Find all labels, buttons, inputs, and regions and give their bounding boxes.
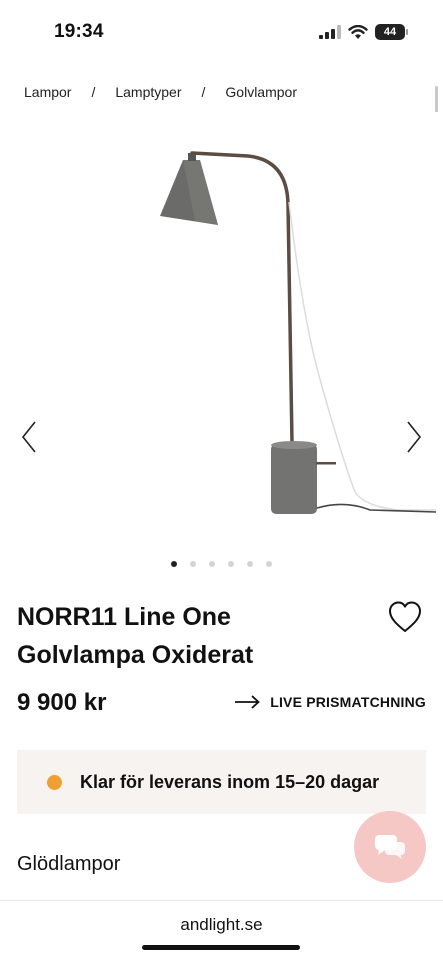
product-title-line-1: NORR11 Line One — [17, 603, 231, 631]
arrow-right-icon — [235, 695, 261, 709]
breadcrumb-separator: / — [201, 84, 206, 100]
breadcrumb-item-lamptyper[interactable]: Lamptyper — [115, 84, 181, 100]
favorite-button[interactable] — [387, 600, 423, 634]
status-icons: 44 — [319, 24, 408, 40]
breadcrumb-item-golvlampor[interactable]: Golvlampor — [225, 84, 297, 100]
gallery-dot-2[interactable] — [190, 561, 196, 567]
gallery-dot-3[interactable] — [209, 561, 215, 567]
next-image-button[interactable] — [399, 412, 429, 462]
gallery-pagination — [0, 561, 443, 567]
gallery-dot-5[interactable] — [247, 561, 253, 567]
battery-icon: 44 — [375, 24, 408, 40]
previous-image-button[interactable] — [14, 412, 44, 462]
product-price: 9 900 kr — [17, 689, 107, 716]
section-title-glodlampor[interactable]: Glödlampor — [17, 853, 120, 876]
chat-icon — [375, 835, 405, 859]
url-text[interactable]: andlight.se — [0, 915, 443, 935]
chevron-right-icon — [407, 421, 422, 453]
gallery-dot-4[interactable] — [228, 561, 234, 567]
battery-level: 44 — [383, 26, 397, 38]
status-time: 19:34 — [54, 21, 104, 42]
home-indicator — [142, 945, 300, 950]
floor-lamp-image — [160, 151, 437, 514]
breadcrumb: Lampor / Lamptyper / Golvlampor — [24, 84, 297, 100]
breadcrumb-separator: / — [91, 84, 96, 100]
gallery-dot-1[interactable] — [171, 561, 177, 567]
breadcrumb-item-lampor[interactable]: Lampor — [24, 84, 71, 100]
delivery-status-dot — [47, 774, 62, 790]
product-title-line-2: Golvlampa Oxiderat — [17, 641, 254, 669]
product-title: NORR11 Line One Golvlampa Oxiderat — [17, 598, 367, 674]
delivery-status-text: Klar för leverans inom 15–20 dagar — [80, 771, 380, 792]
browser-url-bar[interactable]: andlight.se — [0, 900, 443, 960]
cellular-signal-icon — [319, 25, 341, 39]
status-bar: 19:34 44 — [0, 0, 443, 64]
wifi-icon — [348, 24, 368, 39]
delivery-status-box: Klar för leverans inom 15–20 dagar — [17, 750, 426, 814]
chat-button[interactable] — [354, 811, 426, 883]
price-match-link[interactable]: LIVE PRISMATCHNING — [234, 694, 426, 710]
chevron-left-icon — [21, 421, 36, 453]
gallery-dot-6[interactable] — [266, 561, 272, 567]
price-match-label: LIVE PRISMATCHNING — [270, 694, 426, 710]
heart-icon — [389, 601, 421, 632]
product-image-gallery[interactable] — [0, 112, 443, 542]
